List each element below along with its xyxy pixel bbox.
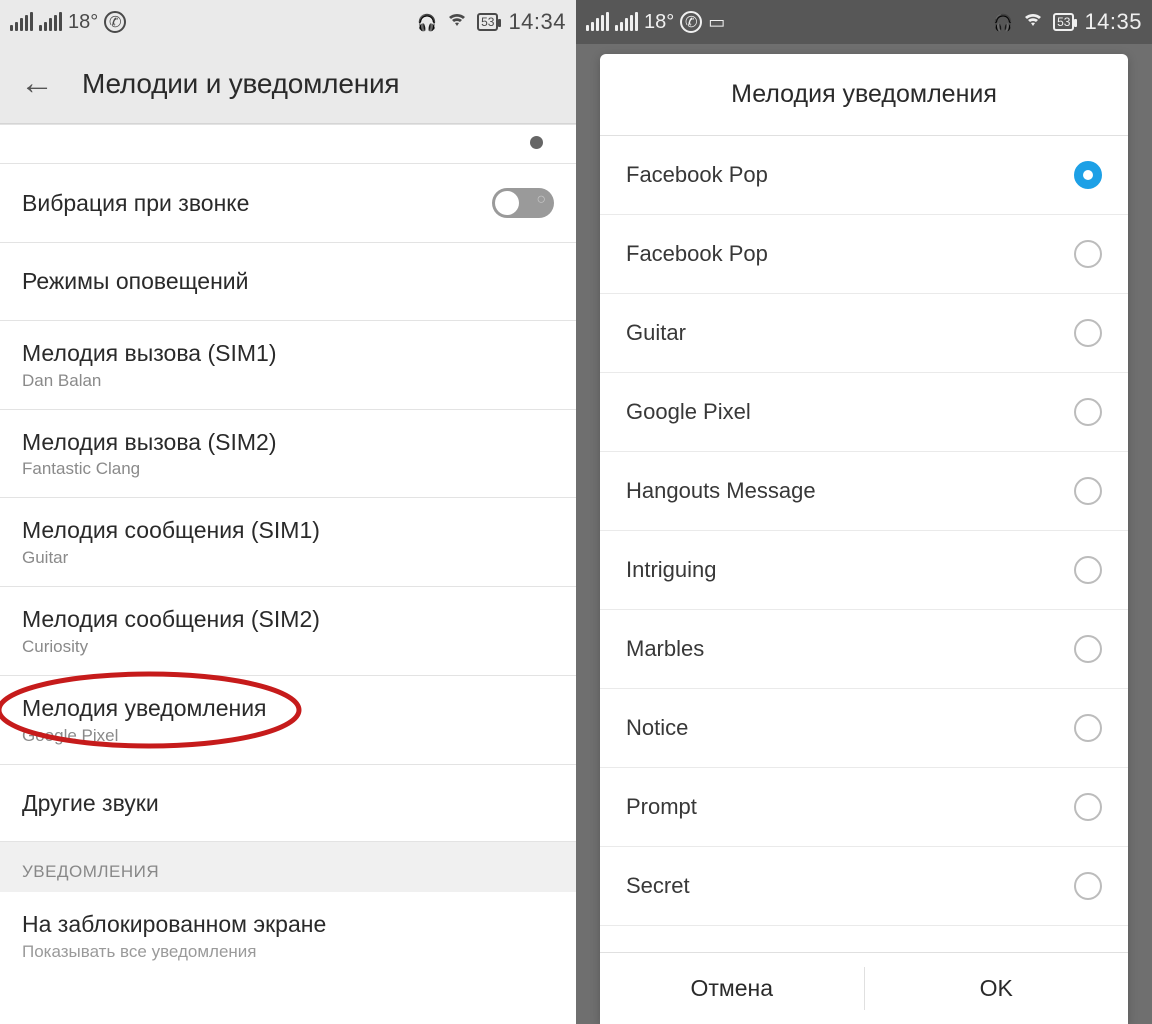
slider-knob-icon	[518, 133, 554, 151]
signal-icon	[586, 13, 609, 31]
headphones-icon	[993, 11, 1013, 34]
row-label: Мелодия вызова (SIM2)	[22, 428, 554, 457]
radio-label: Prompt	[626, 794, 1074, 820]
radio-icon[interactable]	[1074, 793, 1102, 821]
row-sublabel: Fantastic Clang	[22, 459, 554, 479]
dialog-title: Мелодия уведомления	[600, 54, 1128, 136]
clock: 14:34	[508, 9, 566, 35]
row-notification-tone[interactable]: Мелодия уведомления Google Pixel	[0, 676, 576, 765]
radio-label: Hangouts Message	[626, 478, 1074, 504]
app-header: ← Мелодии и уведомления	[0, 44, 576, 124]
radio-option[interactable]: Facebook Pop	[600, 215, 1128, 294]
row-label: Режимы оповещений	[22, 267, 554, 296]
headphones-icon	[417, 11, 437, 34]
row-label: Вибрация при звонке	[22, 189, 492, 218]
row-truncated-top[interactable]	[0, 124, 576, 164]
toggle-switch[interactable]	[492, 188, 554, 218]
radio-label: Marbles	[626, 636, 1074, 662]
row-ringtone-sim2[interactable]: Мелодия вызова (SIM2) Fantastic Clang	[0, 410, 576, 499]
radio-option[interactable]: Facebook Pop	[600, 136, 1128, 215]
row-label: Мелодия вызова (SIM1)	[22, 339, 554, 368]
radio-option[interactable]: Prompt	[600, 768, 1128, 847]
back-icon[interactable]: ←	[20, 64, 54, 103]
radio-option[interactable]: Guitar	[600, 294, 1128, 373]
radio-label: Notice	[626, 715, 1074, 741]
row-sublabel: Dan Balan	[22, 371, 554, 391]
settings-screen: 18° 53 14:34 ← Мелодии и уведомления Виб…	[0, 0, 576, 1024]
status-bar: 18° 53 14:35	[576, 0, 1152, 44]
row-label: Мелодия сообщения (SIM2)	[22, 605, 554, 634]
signal-icon-2	[39, 13, 62, 31]
radio-label: Facebook Pop	[626, 241, 1074, 267]
radio-label: Guitar	[626, 320, 1074, 346]
row-label: Другие звуки	[22, 789, 554, 818]
ringtone-picker-screen: 18° 53 14:35 Мелодия уведомления Faceboo…	[576, 0, 1152, 1024]
radio-icon[interactable]	[1074, 556, 1102, 584]
signal-icon-2	[615, 13, 638, 31]
status-bar: 18° 53 14:34	[0, 0, 576, 44]
row-ringtone-sim1[interactable]: Мелодия вызова (SIM1) Dan Balan	[0, 321, 576, 410]
dialog-buttons: Отмена OK	[600, 952, 1128, 1024]
row-sublabel: Показывать все уведомления	[22, 942, 554, 962]
radio-list[interactable]: Facebook Pop Facebook Pop Guitar Google Pix…	[600, 136, 1128, 952]
radio-icon[interactable]	[1074, 635, 1102, 663]
radio-icon[interactable]	[1074, 398, 1102, 426]
row-message-sim2[interactable]: Мелодия сообщения (SIM2) Curiosity	[0, 587, 576, 676]
cancel-button[interactable]: Отмена	[600, 953, 864, 1024]
viber-icon	[680, 11, 702, 33]
row-sublabel: Guitar	[22, 548, 554, 568]
temperature-indicator: 18°	[68, 11, 98, 34]
radio-label: Secret	[626, 873, 1074, 899]
radio-option[interactable]: Google Pixel	[600, 373, 1128, 452]
radio-option[interactable]: Notice	[600, 689, 1128, 768]
row-other-sounds[interactable]: Другие звуки	[0, 765, 576, 843]
radio-option[interactable]: Intriguing	[600, 531, 1128, 610]
temperature-indicator: 18°	[644, 11, 674, 34]
row-vibrate-on-call[interactable]: Вибрация при звонке	[0, 164, 576, 243]
radio-label: Google Pixel	[626, 399, 1074, 425]
radio-option[interactable]: Secret	[600, 847, 1128, 926]
radio-icon[interactable]	[1074, 240, 1102, 268]
battery-icon: 53	[477, 13, 498, 31]
page-title: Мелодии и уведомления	[82, 68, 399, 100]
radio-icon[interactable]	[1074, 319, 1102, 347]
row-message-sim1[interactable]: Мелодия сообщения (SIM1) Guitar	[0, 498, 576, 587]
row-sublabel: Curiosity	[22, 637, 554, 657]
clock: 14:35	[1084, 9, 1142, 35]
radio-option[interactable]: Hangouts Message	[600, 452, 1128, 531]
radio-label: Facebook Pop	[626, 162, 1074, 188]
image-icon	[708, 11, 725, 34]
radio-icon[interactable]	[1074, 714, 1102, 742]
battery-icon: 53	[1053, 13, 1074, 31]
wifi-icon	[447, 11, 467, 34]
row-lock-screen[interactable]: На заблокированном экране Показывать все…	[0, 892, 576, 980]
row-label: Мелодия уведомления	[22, 694, 554, 723]
row-sublabel: Google Pixel	[22, 726, 554, 746]
radio-icon[interactable]	[1074, 872, 1102, 900]
radio-label: Intriguing	[626, 557, 1074, 583]
radio-icon[interactable]	[1074, 477, 1102, 505]
row-alert-modes[interactable]: Режимы оповещений	[0, 243, 576, 321]
signal-icon	[10, 13, 33, 31]
viber-icon	[104, 11, 126, 33]
ringtone-dialog: Мелодия уведомления Facebook PopFacebook…	[600, 54, 1128, 1024]
row-label: Мелодия сообщения (SIM1)	[22, 516, 554, 545]
ok-button[interactable]: OK	[865, 953, 1129, 1024]
settings-list: Вибрация при звонке Режимы оповещений Ме…	[0, 124, 576, 980]
wifi-icon	[1023, 11, 1043, 34]
row-label: На заблокированном экране	[22, 910, 554, 939]
section-header-notifications: УВЕДОМЛЕНИЯ	[0, 842, 576, 892]
radio-icon[interactable]	[1074, 161, 1102, 189]
radio-option[interactable]: Marbles	[600, 610, 1128, 689]
